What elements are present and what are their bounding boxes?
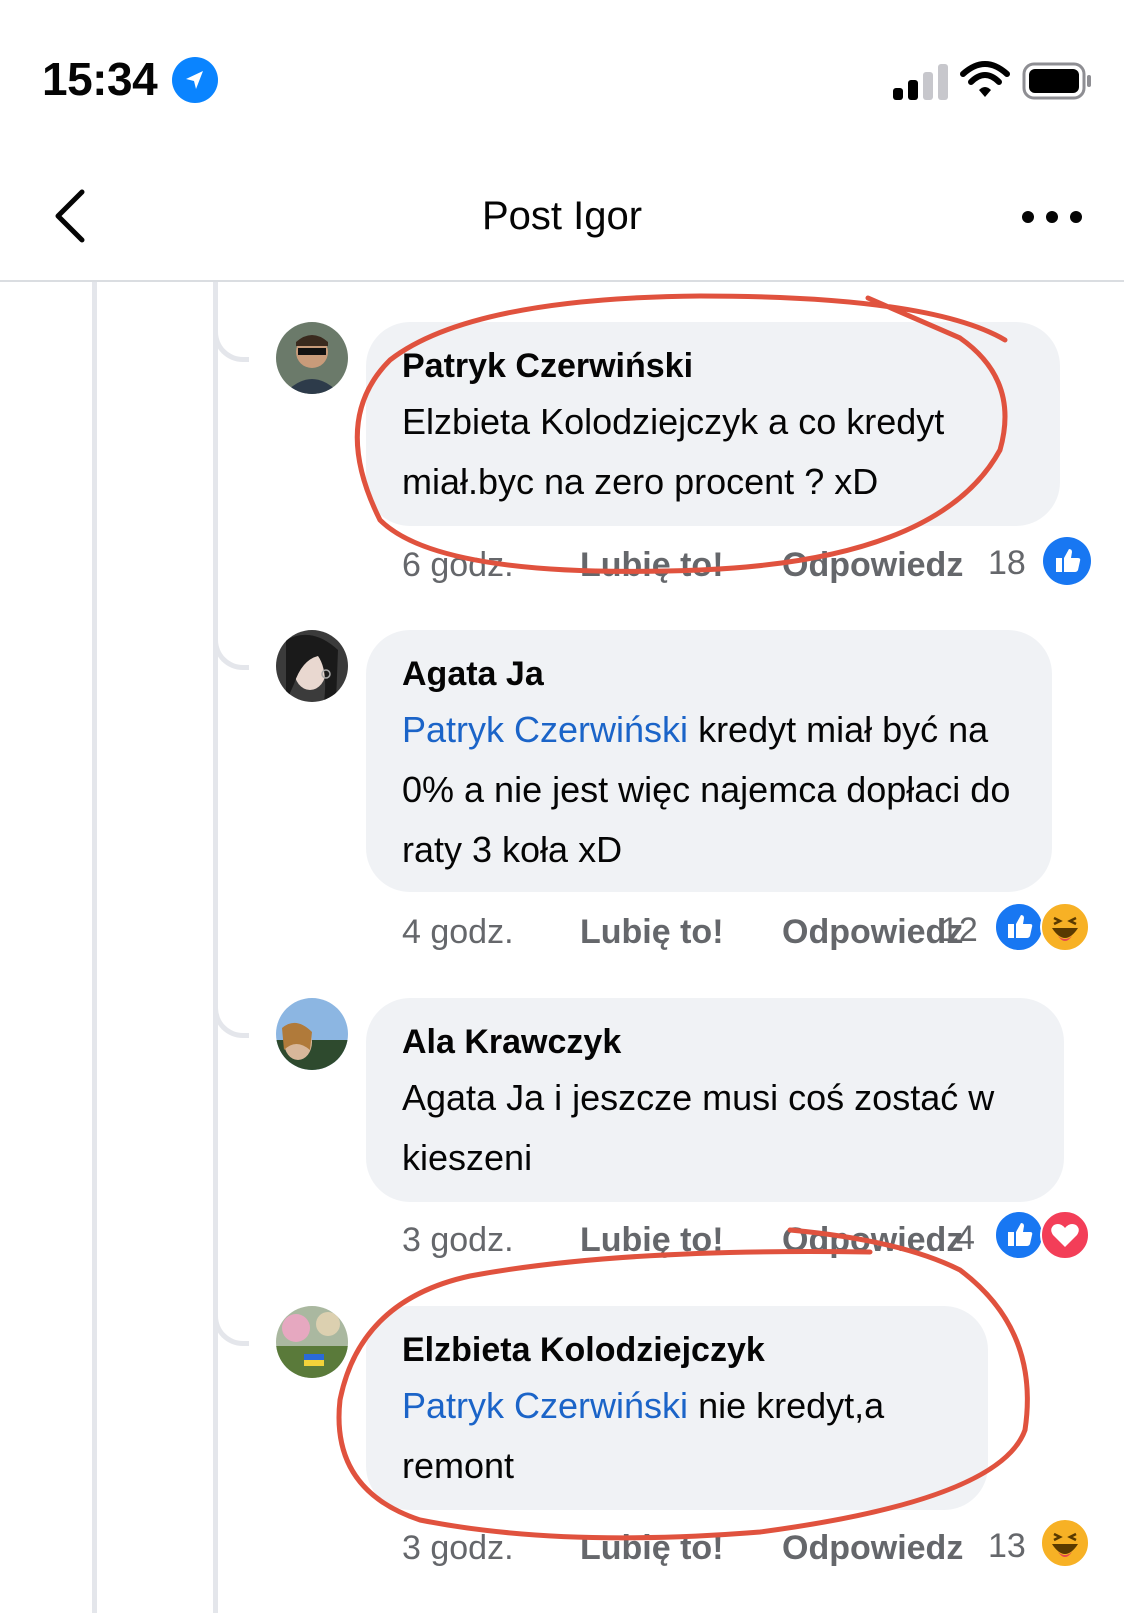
thread-line-outer bbox=[92, 282, 97, 1613]
comment-body: Agata Ja i jeszcze musi coś zostać w kie… bbox=[402, 1077, 995, 1178]
status-bar: 15:34 bbox=[0, 0, 1124, 150]
avatar[interactable] bbox=[276, 322, 348, 394]
navigation-bar: Post Igor bbox=[0, 150, 1124, 282]
like-button[interactable]: Lubię to! bbox=[580, 543, 724, 587]
like-button[interactable]: Lubię to! bbox=[580, 910, 724, 954]
avatar[interactable] bbox=[276, 630, 348, 702]
wifi-icon bbox=[960, 61, 1010, 97]
comment-text: Agata Ja i jeszcze musi coś zostać w kie… bbox=[402, 1068, 1028, 1188]
reply-button[interactable]: Odpowiedz bbox=[782, 1526, 963, 1570]
mention-link[interactable]: Patryk Czerwiński bbox=[402, 1385, 688, 1426]
reply-connector bbox=[213, 322, 249, 362]
status-time: 15:34 bbox=[42, 53, 158, 105]
battery-icon bbox=[1022, 62, 1091, 100]
comment-timestamp: 3 godz. bbox=[402, 1221, 514, 1259]
reply-connector bbox=[213, 1306, 249, 1346]
comment-timestamp: 6 godz. bbox=[402, 546, 514, 584]
comment-bubble: Patryk Czerwiński Elzbieta Kolodziejczyk… bbox=[366, 322, 1060, 526]
like-button[interactable]: Lubię to! bbox=[580, 1218, 724, 1262]
reply-button[interactable]: Odpowiedz bbox=[782, 1218, 963, 1262]
like-icon[interactable] bbox=[994, 902, 1044, 952]
comment-bubble: Elzbieta Kolodziejczyk Patryk Czerwiński… bbox=[366, 1306, 988, 1510]
comment-author[interactable]: Ala Krawczyk bbox=[402, 1022, 1028, 1062]
reply-connector bbox=[213, 630, 249, 670]
location-arrow-icon bbox=[172, 57, 218, 103]
comment-bubble: Agata Ja Patryk Czerwiński kredyt miał b… bbox=[366, 630, 1052, 892]
haha-icon[interactable] bbox=[1040, 1518, 1090, 1568]
reply-button[interactable]: Odpowiedz bbox=[782, 910, 963, 954]
more-options-icon[interactable] bbox=[1020, 204, 1084, 230]
avatar[interactable] bbox=[276, 1306, 348, 1378]
reaction-count[interactable]: 12 bbox=[940, 908, 978, 952]
comment-bubble: Ala Krawczyk Agata Ja i jeszcze musi coś… bbox=[366, 998, 1064, 1202]
comment-text: Elzbieta Kolodziejczyk a co kredyt miał.… bbox=[402, 392, 1024, 512]
like-icon[interactable] bbox=[1042, 536, 1092, 586]
comment-body: Elzbieta Kolodziejczyk a co kredyt miał.… bbox=[402, 401, 945, 502]
comment-timestamp: 4 godz. bbox=[402, 913, 514, 951]
thread-line-inner bbox=[213, 282, 218, 1613]
like-button[interactable]: Lubię to! bbox=[580, 1526, 724, 1570]
comment-text: Patryk Czerwiński nie kredyt,a remont bbox=[402, 1376, 952, 1496]
reply-connector bbox=[213, 998, 249, 1038]
avatar[interactable] bbox=[276, 998, 348, 1070]
reaction-count[interactable]: 18 bbox=[988, 541, 1026, 585]
haha-icon[interactable] bbox=[1040, 902, 1090, 952]
cellular-signal-icon bbox=[893, 64, 948, 100]
reaction-count[interactable]: 13 bbox=[988, 1524, 1026, 1568]
like-icon[interactable] bbox=[994, 1210, 1044, 1260]
page-title: Post Igor bbox=[481, 194, 643, 238]
mention-link[interactable]: Patryk Czerwiński bbox=[402, 709, 688, 750]
comment-text: Patryk Czerwiński kredyt miał być na 0% … bbox=[402, 700, 1016, 880]
comment-author[interactable]: Patryk Czerwiński bbox=[402, 346, 1024, 386]
reaction-count[interactable]: 4 bbox=[956, 1216, 975, 1260]
love-icon[interactable] bbox=[1040, 1210, 1090, 1260]
reply-button[interactable]: Odpowiedz bbox=[782, 543, 963, 587]
comment-timestamp: 3 godz. bbox=[402, 1529, 514, 1567]
comment-author[interactable]: Agata Ja bbox=[402, 654, 1016, 694]
comment-author[interactable]: Elzbieta Kolodziejczyk bbox=[402, 1330, 952, 1370]
